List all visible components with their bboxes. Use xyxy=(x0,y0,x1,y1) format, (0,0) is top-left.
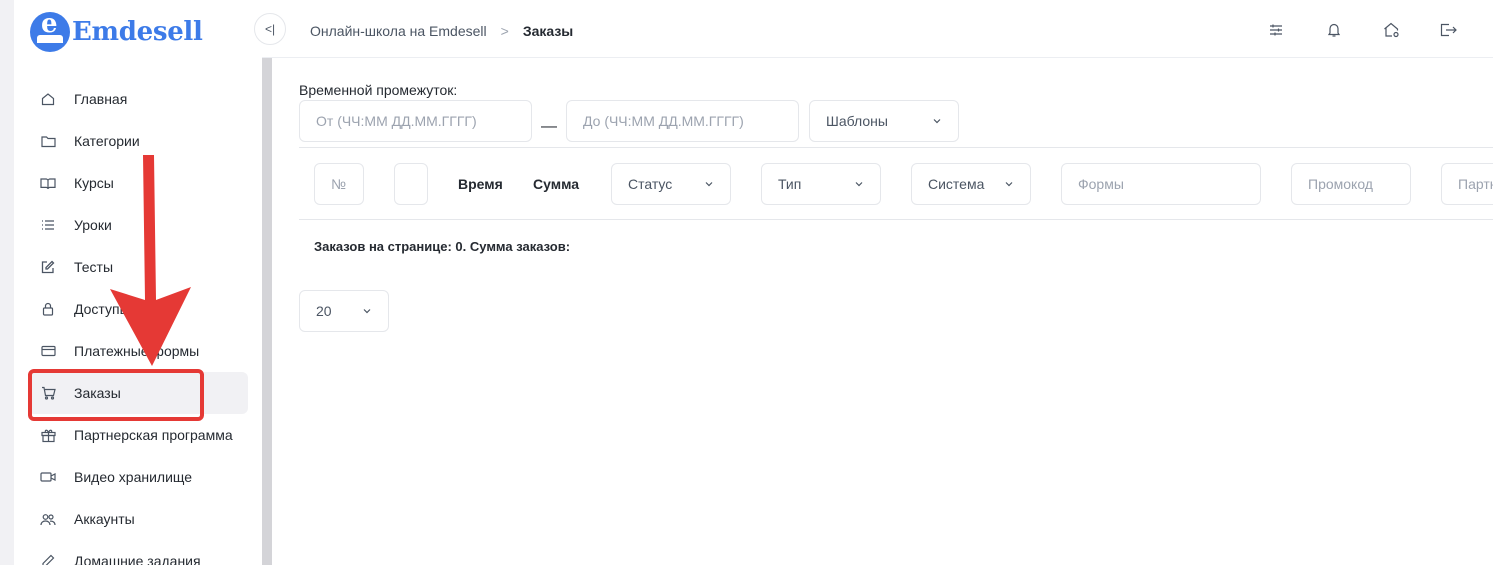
system-filter-value: Система xyxy=(928,176,985,192)
sidebar-item-video-storage[interactable]: Видео хранилище xyxy=(28,456,248,498)
sidebar-item-homework[interactable]: Домашние задания xyxy=(28,540,248,565)
page-size-select[interactable]: 20 xyxy=(299,290,389,332)
period-label: Временной промежуток: xyxy=(299,82,458,98)
table-header-divider xyxy=(299,219,1493,220)
sidebar-item-tests[interactable]: Тесты xyxy=(28,246,248,288)
sidebar: e Emdesell Главная Категории Курсы Уроки… xyxy=(14,0,262,565)
sidebar-item-payment-forms[interactable]: Платежные формы xyxy=(28,330,248,372)
video-icon xyxy=(40,469,56,485)
home-settings-icon[interactable] xyxy=(1382,21,1400,39)
sidebar-item-label: Доступы xyxy=(74,301,130,317)
settings-sliders-icon[interactable] xyxy=(1267,21,1285,39)
logout-icon[interactable] xyxy=(1439,21,1457,39)
sidebar-item-categories[interactable]: Категории xyxy=(28,120,248,162)
home-icon xyxy=(40,91,56,107)
users-icon xyxy=(40,511,56,527)
type-filter-select[interactable]: Тип xyxy=(761,163,881,205)
chevron-down-icon xyxy=(1005,182,1013,187)
partner-filter-input[interactable]: Партнер xyxy=(1441,163,1493,205)
folder-icon xyxy=(40,133,56,149)
sidebar-scrollbar[interactable] xyxy=(262,58,272,565)
lock-icon xyxy=(40,301,56,317)
type-filter-value: Тип xyxy=(778,176,802,192)
date-to-input[interactable]: До (ЧЧ:ММ ДД.ММ.ГГГГ) xyxy=(566,100,799,142)
sidebar-item-label: Курсы xyxy=(74,175,114,191)
order-number-input[interactable]: № xyxy=(314,163,364,205)
orders-summary: Заказов на странице: 0. Сумма заказов: xyxy=(314,239,571,254)
sidebar-item-label: Тесты xyxy=(74,259,114,275)
templates-select-value: Шаблоны xyxy=(826,113,888,129)
sidebar-item-label: Видео хранилище xyxy=(74,469,193,485)
select-all-checkbox[interactable] xyxy=(394,163,428,205)
forms-filter-input[interactable]: Формы xyxy=(1061,163,1261,205)
promo-filter-input[interactable]: Промокод xyxy=(1291,163,1411,205)
cart-icon xyxy=(40,385,56,401)
sidebar-item-label: Уроки xyxy=(74,217,112,233)
sidebar-item-lessons[interactable]: Уроки xyxy=(28,204,248,246)
breadcrumb-separator-icon: > xyxy=(500,23,509,39)
templates-select[interactable]: Шаблоны xyxy=(809,100,959,142)
pencil-icon xyxy=(40,553,56,565)
filter-divider xyxy=(299,147,1493,148)
sidebar-item-access[interactable]: Доступы xyxy=(28,288,248,330)
sidebar-item-home[interactable]: Главная xyxy=(28,78,248,120)
sidebar-item-label: Домашние задания xyxy=(74,553,201,565)
partner-filter-placeholder: Партнер xyxy=(1458,176,1493,192)
date-range-dash: — xyxy=(541,118,557,135)
gift-icon xyxy=(40,427,56,443)
logo-bar xyxy=(37,35,63,43)
breadcrumb: Онлайн-школа на Emdesell > Заказы xyxy=(310,23,573,39)
sidebar-item-label: Категории xyxy=(74,133,140,149)
breadcrumb-current: Заказы xyxy=(522,23,574,39)
collapse-sidebar-button[interactable]: <| xyxy=(254,13,286,45)
logo-text: Emdesell xyxy=(72,17,203,47)
sidebar-item-label: Партнерская программа xyxy=(74,427,233,443)
date-from-placeholder: От (ЧЧ:ММ ДД.ММ.ГГГГ) xyxy=(316,113,477,129)
date-to-placeholder: До (ЧЧ:ММ ДД.ММ.ГГГГ) xyxy=(583,113,744,129)
sidebar-item-label: Платежные формы xyxy=(74,343,200,359)
chevron-down-icon xyxy=(855,182,863,187)
column-sum[interactable]: Сумма xyxy=(533,176,579,192)
date-from-input[interactable]: От (ЧЧ:ММ ДД.ММ.ГГГГ) xyxy=(299,100,532,142)
system-filter-select[interactable]: Система xyxy=(911,163,1031,205)
top-header: <| Онлайн-школа на Emdesell > Заказы xyxy=(254,0,1493,58)
card-icon xyxy=(40,343,56,359)
book-icon xyxy=(40,175,56,191)
sidebar-item-courses[interactable]: Курсы xyxy=(28,162,248,204)
sidebar-item-label: Главная xyxy=(74,91,128,107)
page-size-value: 20 xyxy=(316,303,332,319)
sidebar-item-label: Заказы xyxy=(74,385,121,401)
promo-filter-placeholder: Промокод xyxy=(1308,176,1373,192)
status-filter-value: Статус xyxy=(628,176,673,192)
edit-icon xyxy=(40,259,56,275)
status-filter-select[interactable]: Статус xyxy=(611,163,731,205)
bell-icon[interactable] xyxy=(1325,21,1343,39)
sidebar-item-accounts[interactable]: Аккаунты xyxy=(28,498,248,540)
column-time[interactable]: Время xyxy=(458,176,503,192)
logo-badge-icon: e xyxy=(30,9,70,52)
sidebar-item-label: Аккаунты xyxy=(74,511,135,527)
sidebar-item-partner-program[interactable]: Партнерская программа xyxy=(28,414,248,456)
chevron-down-icon xyxy=(705,182,713,187)
orders-main: Временной промежуток: От (ЧЧ:ММ ДД.ММ.ГГ… xyxy=(273,58,1493,565)
collapse-arrow-icon: <| xyxy=(264,22,276,36)
logo[interactable]: e Emdesell xyxy=(30,9,203,52)
forms-filter-placeholder: Формы xyxy=(1078,176,1124,192)
list-icon xyxy=(40,217,56,233)
chevron-down-icon xyxy=(363,309,371,314)
chevron-down-icon xyxy=(933,119,941,124)
sidebar-item-orders[interactable]: Заказы xyxy=(28,372,248,414)
sidebar-nav: Главная Категории Курсы Уроки Тесты Дост… xyxy=(28,78,248,565)
breadcrumb-parent[interactable]: Онлайн-школа на Emdesell xyxy=(310,23,487,39)
order-number-placeholder: № xyxy=(331,176,347,192)
